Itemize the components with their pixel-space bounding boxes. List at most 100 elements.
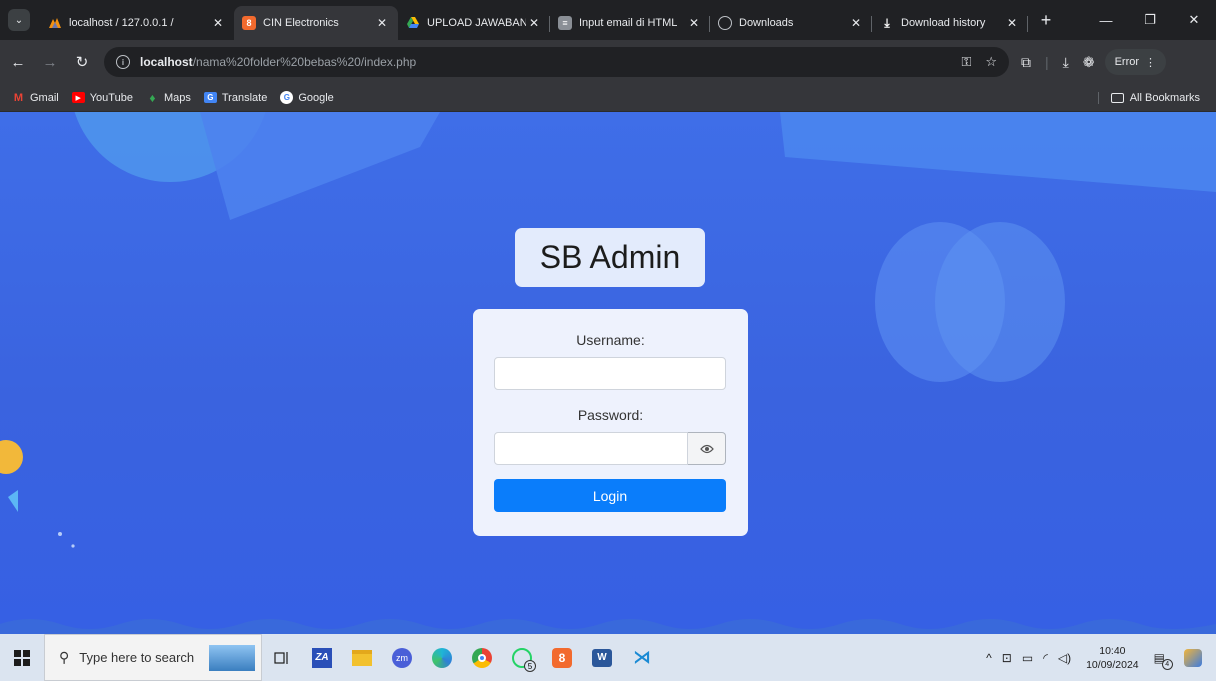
tab-downloads[interactable]: Downloads ✕ [710, 6, 872, 40]
username-label: Username: [576, 332, 645, 348]
all-bookmarks-button[interactable]: All Bookmarks [1097, 91, 1200, 104]
tab-label: Input email di HTML [579, 17, 678, 29]
bookmark-maps[interactable]: ♦ Maps [146, 90, 191, 105]
window-controls: — ❐ ✕ [1084, 0, 1216, 40]
tab-cin-electronics[interactable]: 8 CIN Electronics ✕ [234, 6, 398, 40]
chrome-icon[interactable] [462, 634, 502, 681]
url-host: localhost [140, 55, 193, 69]
bookmark-label: Translate [221, 91, 268, 104]
tab-strip: ⌄ localhost / 127.0.0.1 / ✕ 8 CIN Electr… [0, 0, 1216, 40]
tab-search-button[interactable]: ⌄ [8, 9, 30, 31]
forward-button[interactable]: → [36, 54, 64, 71]
vscode-icon[interactable]: ⋊ [622, 634, 662, 681]
copilot-icon[interactable] [1184, 648, 1202, 667]
browser-toolbar: ← → ↻ i localhost/nama%20folder%20bebas%… [0, 40, 1216, 84]
cin-icon[interactable]: 8 [542, 634, 582, 681]
toolbar-icons: ⧉ | ⤓ ❁ [1021, 54, 1095, 71]
monitor-icon[interactable]: ⊡ [1002, 651, 1012, 665]
password-label: Password: [577, 407, 644, 423]
reload-button[interactable]: ↻ [68, 53, 96, 71]
search-highlight-image [209, 644, 255, 671]
clock-time: 10:40 [1099, 644, 1126, 657]
chevron-down-icon: ⌄ [14, 14, 24, 26]
phpmyadmin-icon [48, 16, 62, 30]
volume-icon[interactable]: ◁) [1058, 651, 1071, 665]
restore-button[interactable]: ❐ [1128, 12, 1172, 28]
password-row [494, 432, 726, 465]
toolbar-divider: | [1045, 54, 1049, 70]
stackoverflow-icon: ≡ [558, 16, 572, 30]
close-icon[interactable]: ✕ [1004, 16, 1020, 30]
login-button[interactable]: Login [494, 479, 726, 512]
edge-icon[interactable] [422, 634, 462, 681]
error-label: Error [1114, 56, 1140, 68]
back-button[interactable]: ← [4, 54, 32, 71]
toggle-password-button[interactable] [688, 432, 726, 465]
minimize-button[interactable]: — [1084, 13, 1128, 28]
all-bookmarks-label: All Bookmarks [1129, 91, 1200, 104]
tab-label: Downloads [739, 17, 794, 29]
bookmark-gmail[interactable]: M Gmail [12, 92, 59, 104]
extensions-icon[interactable]: ⧉ [1021, 54, 1031, 71]
tabs: localhost / 127.0.0.1 / ✕ 8 CIN Electron… [40, 0, 1056, 40]
app-zm-icon[interactable]: ZA [302, 634, 342, 681]
show-hidden-icons-icon[interactable]: ^ [986, 651, 992, 665]
new-tab-button[interactable]: + [1036, 10, 1056, 31]
error-button[interactable]: Error ⋮ [1104, 49, 1167, 75]
windows-logo-icon [14, 649, 30, 666]
brand-title: SB Admin [515, 228, 705, 287]
translate-icon: G [203, 92, 217, 103]
tab-label: UPLOAD JAWABAN U [427, 17, 526, 29]
maps-icon: ♦ [149, 90, 156, 105]
profile-avatar-icon[interactable]: ❁ [1083, 54, 1095, 71]
bookmark-star-icon[interactable]: ☆ [985, 54, 997, 70]
bookmark-translate[interactable]: G Translate [203, 91, 268, 104]
downloads-icon[interactable]: ⤓ [1063, 54, 1069, 71]
whatsapp-icon[interactable]: 5 [502, 634, 542, 681]
clock[interactable]: 10:40 10/09/2024 [1086, 644, 1139, 672]
close-icon[interactable]: ✕ [686, 16, 702, 30]
bookmarks-bar: M Gmail ▶ YouTube ♦ Maps G Translate G G… [0, 84, 1216, 112]
close-icon[interactable]: ✕ [374, 16, 390, 30]
close-icon[interactable]: ✕ [526, 16, 542, 30]
start-button[interactable] [0, 634, 44, 681]
file-explorer-icon[interactable] [342, 634, 382, 681]
username-input[interactable] [494, 357, 726, 390]
windows-taskbar: ⚲ Type here to search ZA zm 5 8 W ⋊ ^ ⊡ … [0, 634, 1216, 681]
tab-label: localhost / 127.0.0.1 / [69, 17, 174, 29]
taskbar-search[interactable]: ⚲ Type here to search [44, 634, 262, 681]
key-icon[interactable]: ⚿ [961, 54, 971, 70]
zoom-icon[interactable]: zm [382, 634, 422, 681]
word-icon[interactable]: W [582, 634, 622, 681]
bookmark-label: Google [298, 91, 334, 104]
task-view-icon[interactable] [262, 634, 302, 681]
tab-label: CIN Electronics [263, 17, 339, 29]
tab-separator [1027, 16, 1028, 32]
login-card: Username: Password: Login [473, 309, 748, 536]
bookmark-youtube[interactable]: ▶ YouTube [71, 91, 133, 104]
more-menu-icon: ⋮ [1145, 56, 1157, 69]
cin-icon: 8 [242, 16, 256, 30]
close-window-button[interactable]: ✕ [1172, 12, 1216, 28]
site-info-icon[interactable]: i [116, 55, 130, 69]
tab-upload-jawaban[interactable]: UPLOAD JAWABAN U ✕ [398, 6, 550, 40]
close-icon[interactable]: ✕ [848, 16, 864, 30]
chrome-settings-icon [718, 16, 732, 30]
bookmark-label: YouTube [89, 91, 133, 104]
download-icon: ⤓ [884, 15, 890, 30]
notifications-icon[interactable]: ▤ 4 [1154, 651, 1173, 670]
password-input[interactable] [494, 432, 688, 465]
wifi-icon[interactable]: ◜ [1043, 651, 1048, 665]
tab-download-history[interactable]: ⤓ Download history ✕ [872, 6, 1028, 40]
bookmark-google[interactable]: G Google [280, 91, 334, 104]
address-bar[interactable]: i localhost/nama%20folder%20bebas%20/ind… [104, 47, 1009, 77]
bookmark-label: Maps [163, 91, 191, 104]
gmail-icon: M [13, 91, 24, 104]
google-drive-icon [406, 16, 420, 30]
tab-phpmyadmin[interactable]: localhost / 127.0.0.1 / ✕ [40, 6, 234, 40]
tab-input-email[interactable]: ≡ Input email di HTML ✕ [550, 6, 710, 40]
battery-icon[interactable]: ▭ [1022, 651, 1033, 665]
omnibox-actions: ⚿ ☆ [961, 54, 997, 70]
whatsapp-badge: 5 [524, 660, 536, 672]
close-icon[interactable]: ✕ [210, 16, 226, 30]
